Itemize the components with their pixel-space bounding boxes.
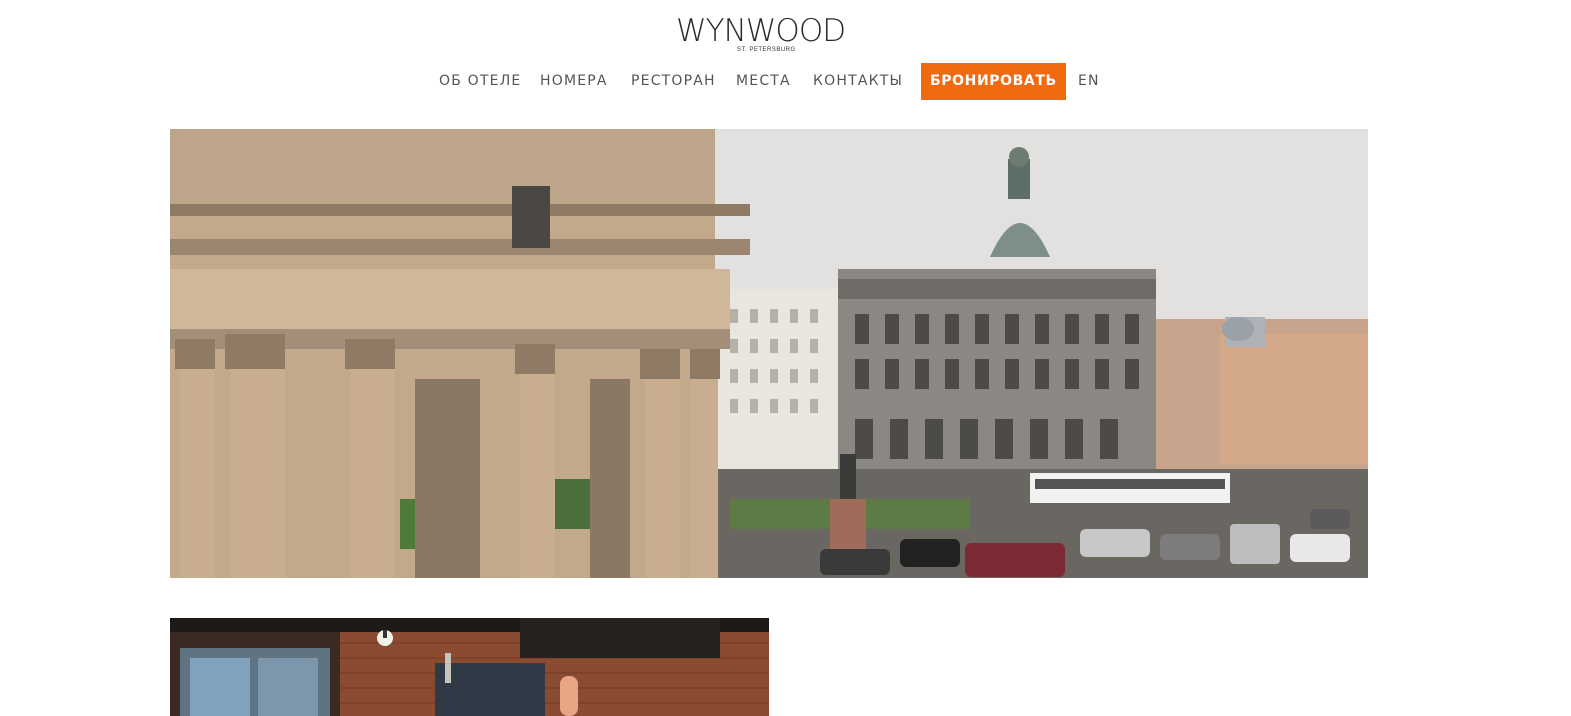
logo-wordmark: WYNWOOD — [676, 13, 846, 49]
main-nav: ОБ ОТЕЛЕ НОМЕРА РЕСТОРАН МЕСТА КОНТАКТЫ … — [0, 63, 1571, 100]
site-logo[interactable]: WYNWOOD ST. PETERSBURG — [676, 14, 866, 56]
book-button[interactable]: БРОНИРОВАТЬ — [921, 63, 1066, 100]
restaurant-interior-photo — [170, 618, 769, 716]
hero-image-saint-petersburg — [170, 129, 1368, 578]
nav-contacts[interactable]: КОНТАКТЫ — [813, 63, 903, 100]
site-header: WYNWOOD ST. PETERSBURG ОБ ОТЕЛЕ НОМЕРА Р… — [0, 0, 1571, 120]
nav-about-hotel[interactable]: ОБ ОТЕЛЕ — [439, 63, 521, 100]
logo-subtitle: ST. PETERSBURG — [737, 47, 796, 53]
restaurant-image — [170, 618, 769, 716]
hero-slider[interactable] — [170, 129, 1368, 578]
nav-restaurant[interactable]: РЕСТОРАН — [631, 63, 716, 100]
nav-rooms[interactable]: НОМЕРА — [540, 63, 608, 100]
nav-places[interactable]: МЕСТА — [736, 63, 791, 100]
language-switch-en[interactable]: EN — [1078, 63, 1100, 100]
